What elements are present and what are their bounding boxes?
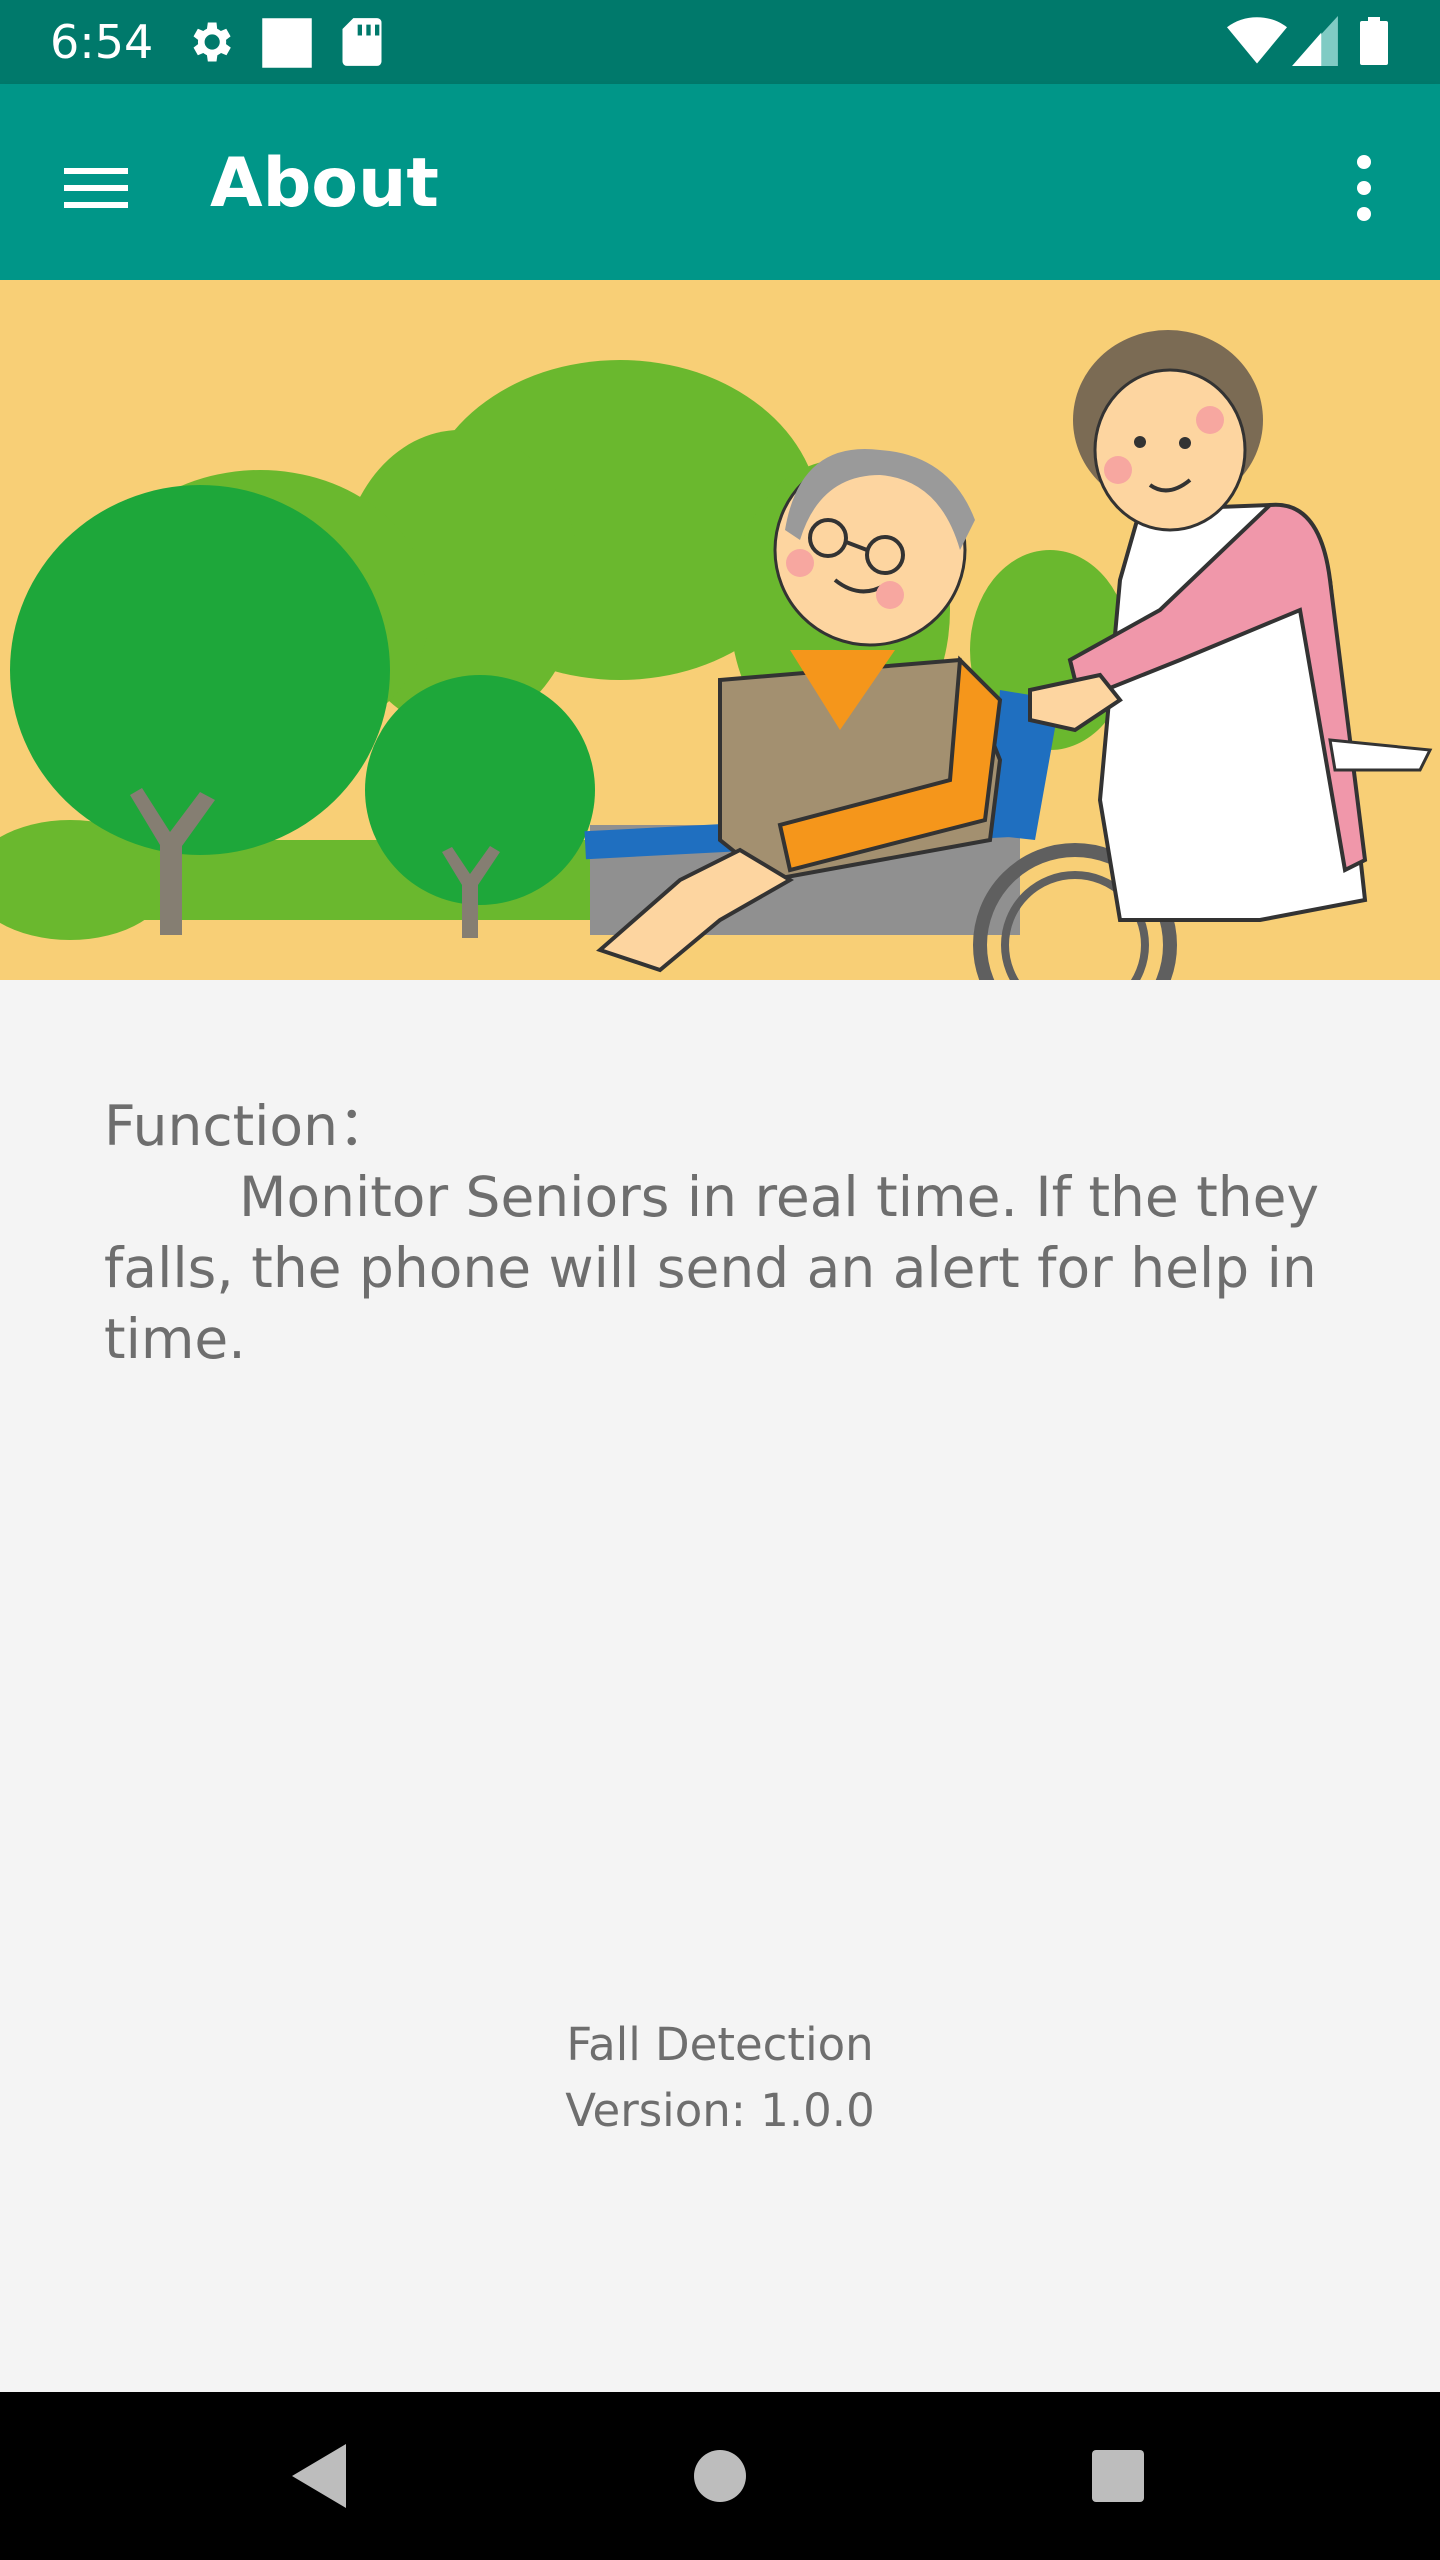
recents-button[interactable]: [1068, 2426, 1168, 2526]
status-time: 6:54: [50, 15, 154, 69]
status-bar: 6:54: [0, 0, 1440, 84]
cell-signal-icon: [1292, 16, 1338, 66]
system-nav-bar: [0, 2392, 1440, 2560]
back-triangle-icon: [292, 2444, 346, 2508]
recents-square-icon: [1092, 2450, 1144, 2502]
function-description: Monitor Seniors in real time. If the the…: [104, 1165, 1320, 1371]
more-vert-icon: [1357, 155, 1371, 221]
home-circle-icon: [694, 2450, 746, 2502]
battery-icon: [1360, 17, 1388, 65]
page-title: About: [210, 144, 439, 223]
hamburger-menu-button[interactable]: [48, 140, 144, 236]
hero-illustration: [0, 280, 1440, 1047]
about-content: Function： Monitor Seniors in real time. …: [104, 1090, 1344, 1375]
app-name: Fall Detection: [566, 2018, 874, 2071]
gear-icon: [193, 22, 231, 62]
function-heading: Function：: [104, 1094, 393, 1158]
app-version: Version: 1.0.0: [565, 2084, 875, 2137]
app-info-footer: Fall Detection Version: 1.0.0: [0, 2012, 1440, 2144]
home-button[interactable]: [670, 2426, 770, 2526]
app-bar: About: [0, 84, 1440, 280]
wifi-icon: [1227, 17, 1287, 64]
caregiver-illustration: [0, 280, 1440, 1047]
hamburger-menu-icon: [64, 168, 128, 208]
overflow-menu-button[interactable]: [1328, 140, 1400, 236]
notification-square-icon: [262, 18, 312, 68]
sd-card-icon: [342, 18, 382, 66]
back-button[interactable]: [268, 2426, 368, 2526]
